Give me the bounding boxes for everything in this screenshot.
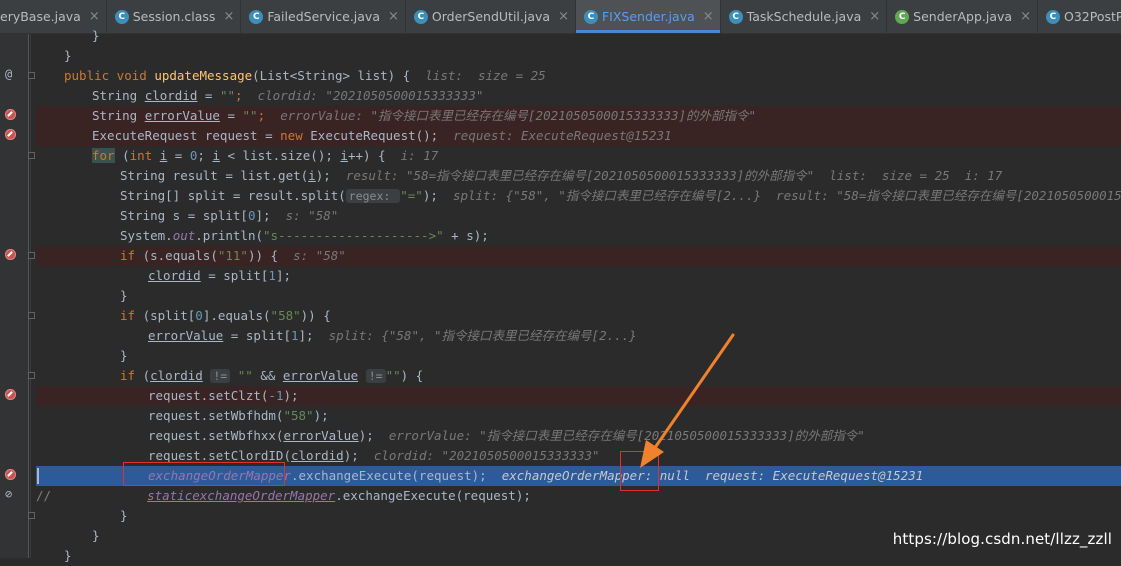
watermark: https://blog.csdn.net/llzz_zzll [892,530,1112,548]
annotation-arrow [640,333,735,468]
arrow-head [640,440,664,468]
arrow-shaft [650,333,735,454]
